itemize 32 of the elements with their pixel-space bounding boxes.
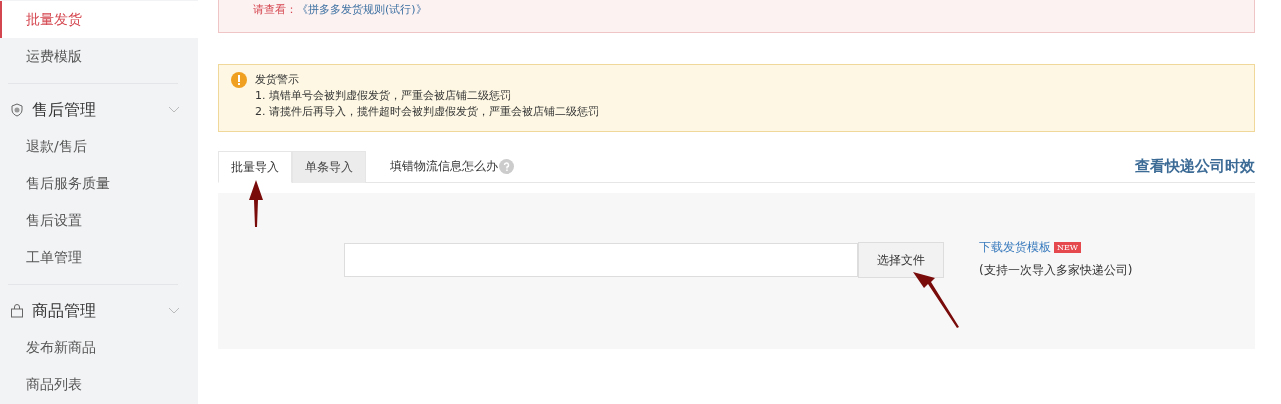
choose-file-button[interactable]: 选择文件 xyxy=(858,242,944,278)
tab[interactable]: 单条导入 xyxy=(292,151,366,183)
sidebar-group[interactable]: 售后管理 xyxy=(0,92,198,128)
sidebar-item[interactable]: 商品列表 xyxy=(0,366,198,403)
tab[interactable]: 批量导入 xyxy=(218,151,292,183)
sidebar-item[interactable]: 工单管理 xyxy=(0,239,198,276)
group-label: 售后管理 xyxy=(32,99,97,121)
sidebar-item[interactable]: 售后服务质量 xyxy=(0,165,198,202)
arrow-drawing xyxy=(913,272,959,328)
shopping-bag-icon xyxy=(10,304,24,318)
warning-icon xyxy=(231,72,247,88)
arrow-drawing xyxy=(249,180,263,227)
help-link[interactable]: 填错物流信息怎么办 xyxy=(390,158,498,175)
sidebar-item[interactable]: 售后设置 xyxy=(0,202,198,239)
group-label: 商品管理 xyxy=(32,300,97,322)
warning-title: 发货警示 xyxy=(255,72,300,87)
warning-text: 1. 填错单号会被判虚假发货，严重会被店铺二级惩罚 xyxy=(255,88,512,103)
new-badge: NEW xyxy=(1054,242,1082,253)
courier-timing-link[interactable]: 查看快递公司时效 xyxy=(1135,157,1255,176)
sidebar-item[interactable]: 运费模版 xyxy=(0,38,198,75)
template-download-link[interactable]: 下载发货模板 xyxy=(979,239,1051,256)
notice-label: 请查看： xyxy=(253,2,297,17)
sidebar-item[interactable]: 退款/售后 xyxy=(0,128,198,165)
help-icon[interactable] xyxy=(499,159,514,174)
shield-icon xyxy=(10,103,24,117)
sidebar-item[interactable]: 发布新商品 xyxy=(0,329,198,366)
sidebar-item[interactable]: 批量发货 xyxy=(0,1,198,38)
rules-link[interactable]: 《拼多多发货规则(试行)》 xyxy=(297,2,427,17)
file-path-field[interactable] xyxy=(344,243,858,277)
warning-text: 2. 请揽件后再导入，揽件超时会被判虚假发货，严重会被店铺二级惩罚 xyxy=(255,104,599,119)
sidebar-group[interactable]: 商品管理 xyxy=(0,293,198,329)
upload-note: (支持一次导入多家快递公司) xyxy=(979,262,1133,279)
